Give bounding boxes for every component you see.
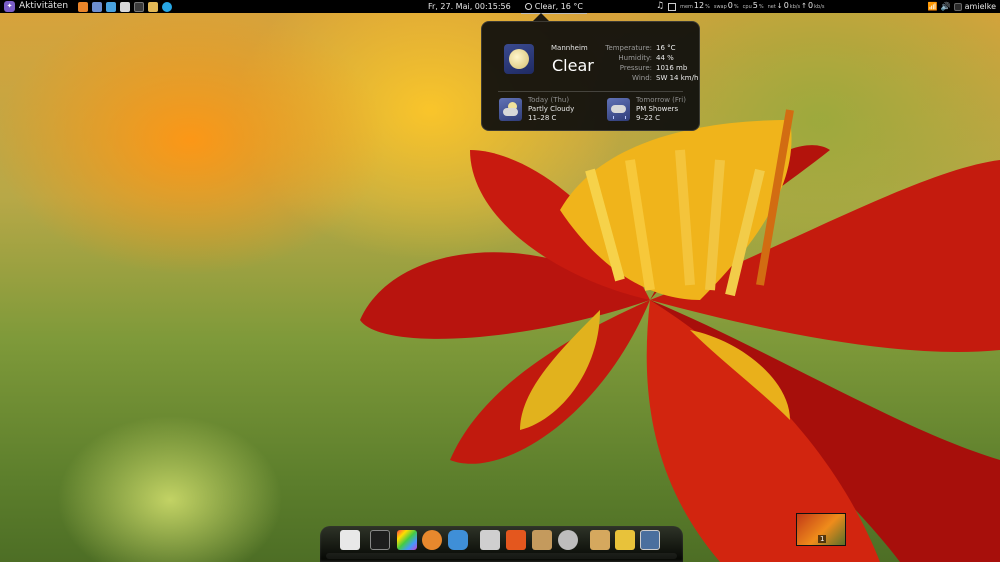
chat-launcher-icon[interactable]: [106, 1, 117, 12]
forecast-today-text: Today (Thu) Partly Cloudy 11–28 C: [528, 96, 575, 122]
document-viewer-dock-icon[interactable]: [480, 530, 500, 550]
text-editor-launcher-icon[interactable]: [120, 1, 131, 12]
wind-row: Wind: SW 14 km/h: [632, 74, 699, 82]
forecast-today: Today (Thu) Partly Cloudy 11–28 C: [499, 96, 574, 123]
rain-shape: [613, 116, 626, 119]
workspace-number: 1: [818, 535, 827, 543]
partly-cloudy-icon: [499, 98, 522, 121]
ubuntu-software-dock-icon[interactable]: [506, 530, 526, 550]
net-monitor: net ↓ 0 kb/s ↑ 0 kb/s: [768, 0, 825, 14]
temperature-row: Temperature: 16 °C: [605, 44, 676, 52]
weather-divider: [498, 91, 683, 92]
weather-indicator[interactable]: Clear, 16 °C: [520, 0, 588, 14]
top-panel: ✦ Aktivitäten Fr, 27. Mai, 00:15:56 Clea…: [0, 0, 1000, 14]
weather-details: Temperature: 16 °C Humidity: 44 % Pressu…: [600, 43, 698, 83]
firefox-launcher-icon[interactable]: [78, 1, 89, 12]
settings-dock-icon[interactable]: [558, 530, 578, 550]
files-launcher-icon[interactable]: [92, 1, 103, 12]
user-avatar: [953, 2, 962, 11]
image-viewer-dock-icon[interactable]: [615, 530, 635, 550]
forecast-tomorrow: Tomorrow (Fri) PM Showers 9–22 C: [607, 96, 686, 123]
cpu-monitor: cpu 5 %: [742, 1, 764, 10]
monitor-toggle-icon[interactable]: [668, 2, 677, 11]
system-monitor[interactable]: ♫ mem 12 % swap 0 % cpu 5 % net ↓ 0 kb/s…: [656, 0, 824, 13]
color-picker-dock-icon[interactable]: [397, 530, 417, 550]
moon-icon: [524, 2, 532, 10]
panel-center-section: Fr, 27. Mai, 00:15:56 Clear, 16 °C: [428, 0, 588, 14]
music-note-icon[interactable]: ♫: [656, 0, 664, 13]
skype-launcher-icon[interactable]: [162, 1, 173, 12]
swap-monitor: swap 0 %: [713, 1, 739, 10]
showers-icon: [607, 98, 630, 121]
cloud-shape: [611, 105, 626, 113]
cloud-shape: [503, 108, 518, 116]
file-manager-dock-icon[interactable]: [532, 530, 552, 550]
weather-condition: Clear: [552, 56, 594, 75]
firefox-dock-icon[interactable]: [422, 530, 442, 550]
pressure-row: Pressure: 1016 mb: [619, 64, 688, 72]
weather-indicator-label: Clear, 16 °C: [534, 1, 584, 11]
mem-monitor: mem 12 %: [680, 1, 710, 10]
panel-left-section: ✦ Aktivitäten: [4, 0, 173, 13]
activities-icon[interactable]: ✦: [4, 1, 15, 12]
workspace-switcher-dock-icon[interactable]: [640, 530, 660, 550]
user-menu[interactable]: amielke: [965, 0, 996, 13]
humidity-row: Humidity: 44 %: [618, 54, 674, 62]
terminal-dock-icon[interactable]: [370, 530, 390, 550]
activities-button[interactable]: Aktivitäten: [19, 0, 68, 13]
weather-popup: Mannheim Clear Temperature: 16 °C Humidi…: [481, 21, 700, 131]
arrow-down-icon: ↓: [776, 2, 783, 10]
dock: [320, 526, 683, 562]
volume-icon[interactable]: 🔊: [941, 0, 951, 13]
clock[interactable]: Fr, 27. Mai, 00:15:56: [428, 0, 511, 13]
weather-popup-arrow: [533, 13, 549, 21]
panel-user-section: 📶 🔊 amielke: [928, 0, 996, 13]
arrow-up-icon: ↑: [801, 2, 808, 10]
moon-icon: [509, 49, 529, 69]
archive-launcher-icon[interactable]: [148, 1, 159, 12]
dock-shelf: [326, 553, 677, 559]
weather-city: Mannheim: [551, 44, 588, 52]
terminal-launcher-icon[interactable]: [134, 1, 145, 12]
archive-dock-icon[interactable]: [590, 530, 610, 550]
forecast-tomorrow-text: Tomorrow (Fri) PM Showers 9–22 C: [636, 96, 686, 122]
chat-dock-icon[interactable]: [448, 530, 468, 550]
wifi-icon[interactable]: 📶: [928, 0, 938, 13]
clear-night-icon: [504, 44, 534, 74]
text-editor-dock-icon[interactable]: [340, 530, 360, 550]
